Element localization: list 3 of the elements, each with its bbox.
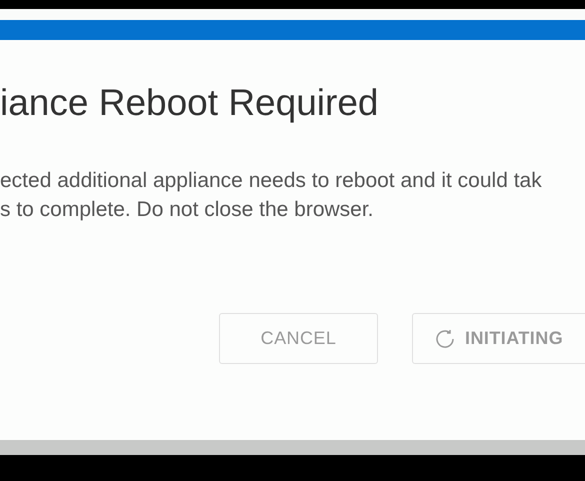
message-line: s to complete. Do not close the browser. xyxy=(0,197,375,223)
dialog-title: iance Reboot Required xyxy=(0,81,380,125)
message-line: ected additional appliance needs to reboot and it could tak xyxy=(0,168,543,194)
